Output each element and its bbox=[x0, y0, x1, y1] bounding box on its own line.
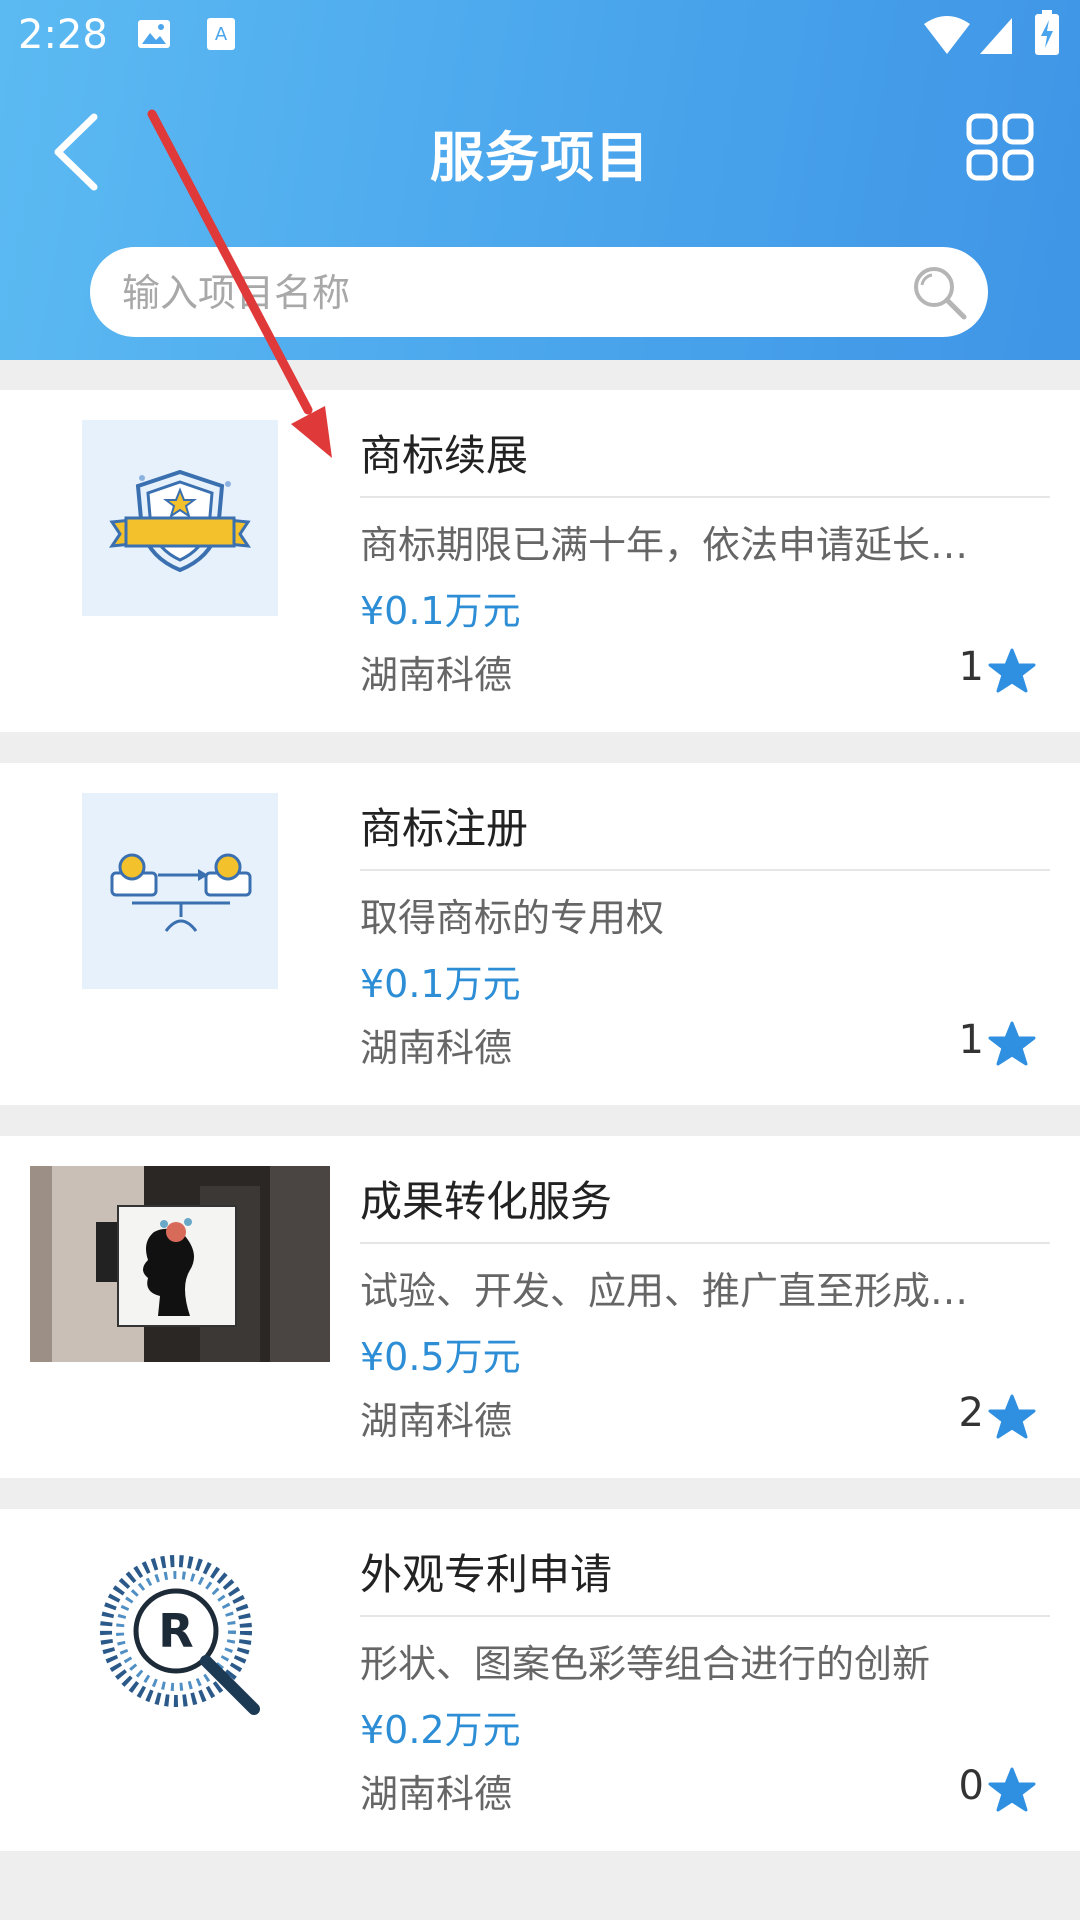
service-description: 形状、图案色彩等组合进行的创新 bbox=[360, 1642, 931, 1686]
page-title: 服务项目 bbox=[430, 126, 650, 189]
divider bbox=[360, 1242, 1050, 1244]
favorite-count: 2 bbox=[958, 1390, 984, 1436]
divider bbox=[360, 496, 1050, 498]
svg-text:R: R bbox=[158, 1604, 193, 1658]
svg-text:A: A bbox=[215, 24, 228, 45]
wifi-icon bbox=[924, 16, 970, 54]
search-icon[interactable] bbox=[910, 263, 968, 321]
service-company: 湖南科德 bbox=[360, 1399, 513, 1443]
search-input[interactable] bbox=[120, 247, 884, 339]
title-bar: 服务项目 bbox=[0, 95, 1080, 205]
service-price: ¥0.2万元 bbox=[360, 1708, 521, 1752]
service-card[interactable]: 成果转化服务 试验、开发、应用、推广直至形成… ¥0.5万元 湖南科德 2 bbox=[0, 1136, 1080, 1478]
service-card[interactable]: R 外观专利申请 形状、图案色彩等组合进行的创新 ¥0.2万元 湖南科德 0 bbox=[0, 1509, 1080, 1851]
grid-menu-button[interactable] bbox=[966, 113, 1034, 181]
header: 2:28 A 服务项目 bbox=[0, 0, 1080, 360]
service-name: 外观专利申请 bbox=[360, 1550, 613, 1599]
star-icon[interactable] bbox=[988, 1394, 1036, 1440]
status-time: 2:28 bbox=[18, 12, 108, 58]
service-price: ¥0.5万元 bbox=[360, 1335, 521, 1379]
favorite-count: 1 bbox=[958, 644, 984, 690]
service-name: 成果转化服务 bbox=[360, 1177, 613, 1226]
star-icon[interactable] bbox=[988, 1021, 1036, 1067]
achievement-transfer-image bbox=[30, 1166, 330, 1362]
service-company: 湖南科德 bbox=[360, 1772, 513, 1816]
star-icon[interactable] bbox=[988, 648, 1036, 694]
search-bar bbox=[90, 247, 988, 339]
service-price: ¥0.1万元 bbox=[360, 589, 521, 633]
service-name: 商标续展 bbox=[360, 431, 529, 480]
divider bbox=[360, 869, 1050, 871]
service-card[interactable]: 商标续展 商标期限已满十年，依法申请延长… ¥0.1万元 湖南科德 1 bbox=[0, 390, 1080, 732]
favorite-count: 1 bbox=[958, 1017, 984, 1063]
battery-charging-icon bbox=[1035, 10, 1059, 55]
trademark-renewal-image bbox=[82, 420, 278, 616]
service-card[interactable]: 商标注册 取得商标的专用权 ¥0.1万元 湖南科德 1 bbox=[0, 763, 1080, 1105]
service-description: 试验、开发、应用、推广直至形成… bbox=[360, 1269, 969, 1313]
favorite-count: 0 bbox=[958, 1763, 984, 1809]
trademark-registration-image bbox=[82, 793, 278, 989]
service-name: 商标注册 bbox=[360, 804, 529, 853]
service-description: 商标期限已满十年，依法申请延长… bbox=[360, 523, 969, 567]
design-patent-image: R bbox=[82, 1539, 278, 1735]
cellular-signal-icon bbox=[980, 18, 1012, 54]
divider bbox=[360, 1615, 1050, 1617]
service-company: 湖南科德 bbox=[360, 653, 513, 697]
status-bar: 2:28 A bbox=[0, 0, 1080, 72]
service-price: ¥0.1万元 bbox=[360, 962, 521, 1006]
star-icon[interactable] bbox=[988, 1767, 1036, 1813]
image-notification-icon bbox=[138, 20, 170, 48]
service-company: 湖南科德 bbox=[360, 1026, 513, 1070]
service-description: 取得商标的专用权 bbox=[360, 896, 665, 940]
keyboard-notification-icon: A bbox=[207, 18, 235, 50]
